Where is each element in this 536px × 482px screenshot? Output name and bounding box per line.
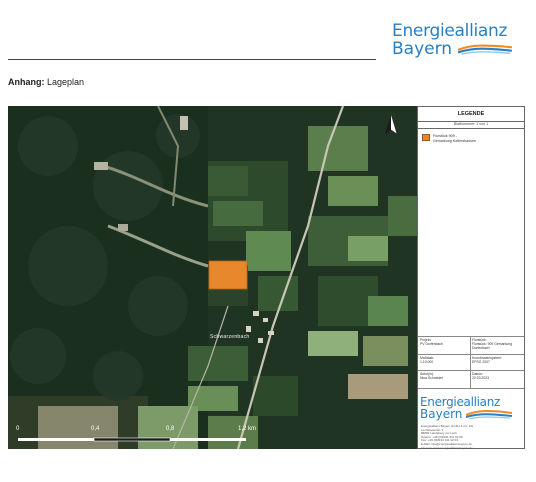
legend-subtitle: Blattnummer: 1 von 1 — [418, 121, 524, 129]
scale-value: 1:10.000 — [420, 360, 434, 364]
footer-line: Internet: www.energieallianz-bayern.de — [421, 445, 473, 450]
satellite-map — [8, 106, 417, 449]
date-value: 20.03.2023 — [472, 376, 489, 380]
logo-waves-icon — [458, 44, 512, 55]
header-rule — [8, 59, 376, 60]
info-divider — [470, 336, 471, 388]
scale-tick-3: 1,2 km — [238, 426, 257, 432]
project-value: PV Dorfenbach — [420, 342, 443, 346]
parcel-value: Flurstück: 909 Gemarkung Dorfenbach — [472, 342, 512, 350]
heading-text: Lageplan — [47, 77, 85, 87]
north-arrow-icon — [384, 114, 398, 135]
legend-panel: LEGENDE Blattnummer: 1 von 1 Flurstück 9… — [417, 106, 525, 449]
map-imagery — [8, 106, 417, 449]
legend-footer: Energieallianz Bayern GmbH & Co. KG Lech… — [421, 424, 521, 450]
scale-tick-2: 0,8 — [166, 426, 175, 432]
scale-tick-0: 0 — [16, 426, 20, 432]
legend-logo: Energieallianz Bayern — [420, 396, 522, 420]
author-value: Nina Schneider — [420, 376, 444, 380]
legend-swatch — [422, 134, 430, 141]
page-heading: Anhang: Lageplan — [8, 77, 84, 87]
legend-logo-waves-icon — [466, 409, 513, 419]
heading-label: Anhang: — [8, 77, 45, 87]
place-label: Schwarzenbach — [210, 334, 250, 340]
info-row-author: Autor(in): Nina Schneider Datum: 20.03.2… — [418, 370, 524, 389]
info-bottom-rule — [418, 388, 524, 389]
legend-title: LEGENDE — [418, 107, 524, 122]
crs-value: EPSG 2007 — [472, 360, 490, 364]
legend-logo-line2: Bayern — [420, 407, 463, 421]
energieallianz-logo: Energieallianz Bayern — [392, 22, 512, 58]
legend-item-parcel: Flurstück 909 - Gemarkung Kottershausen — [422, 134, 476, 143]
info-row-project: Projekt: PV Dorfenbach Flurstück: Flurst… — [418, 336, 524, 355]
logo-text-line1: Energieallianz — [392, 21, 508, 41]
scale-tick-1: 0,4 — [91, 426, 100, 432]
legend-item-line2: Gemarkung Kottershausen — [433, 138, 476, 143]
info-row-scale: Maßstab: 1:10.000 Koordinatensystem: EPS… — [418, 354, 524, 371]
logo-text-line2: Bayern — [392, 39, 453, 59]
